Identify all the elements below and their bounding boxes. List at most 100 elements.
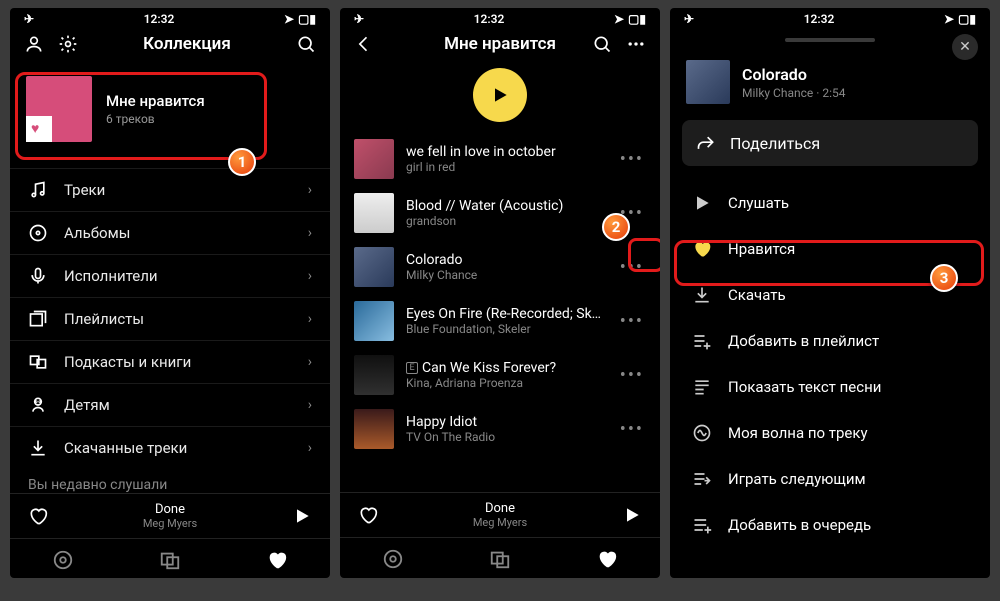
queue-icon xyxy=(692,515,712,535)
action-Моя волна по треку[interactable]: Моя волна по треку xyxy=(674,410,986,456)
action-label: Слушать xyxy=(728,194,789,212)
gear-icon[interactable] xyxy=(58,34,78,54)
chevron-right-icon: › xyxy=(308,225,312,241)
track-title: Eyes On Fire (Re-Recorded; Sk… xyxy=(406,306,606,322)
play-icon[interactable] xyxy=(622,505,642,525)
action-label: Играть следующим xyxy=(728,470,866,488)
track-title: Colorado xyxy=(406,252,606,268)
plane-icon: ✈ xyxy=(684,12,694,26)
track-title: Happy Idiot xyxy=(406,414,606,430)
track-list: we fell in love in october girl in red •… xyxy=(340,132,660,492)
track-more-icon[interactable]: ••• xyxy=(618,257,646,278)
menu-item-Детям[interactable]: Детям › xyxy=(10,383,330,426)
battery-icon: ▢▮ xyxy=(628,12,646,26)
play-icon[interactable] xyxy=(292,506,312,526)
action-Добавить в очередь[interactable]: Добавить в очередь xyxy=(674,502,986,548)
sheet-handle[interactable] xyxy=(785,38,875,42)
mic-icon xyxy=(28,266,48,286)
chevron-right-icon: › xyxy=(308,182,312,198)
action-label: Нравится xyxy=(728,240,795,258)
recent-label: Вы недавно слушали xyxy=(10,469,330,493)
tab-home-icon[interactable] xyxy=(52,549,74,571)
sheet-header: Colorado Milky Chance · 2:54 xyxy=(670,48,990,120)
search-icon[interactable] xyxy=(592,34,612,54)
download-icon xyxy=(28,438,48,458)
share-icon xyxy=(696,133,716,153)
track-cover xyxy=(354,139,394,179)
menu-item-Скачанные треки[interactable]: Скачанные треки › xyxy=(10,426,330,469)
playlist-title: Мне нравится xyxy=(106,92,205,110)
tab-liked-icon[interactable] xyxy=(596,548,618,570)
now-playing-bar[interactable]: Done Meg Myers xyxy=(340,492,660,537)
annotation-badge: 3 xyxy=(930,264,958,292)
menu-label: Исполнители xyxy=(64,267,292,285)
play-all-button[interactable] xyxy=(473,68,527,122)
menu-label: Подкасты и книги xyxy=(64,353,292,371)
menu-item-Подкасты и книги[interactable]: Подкасты и книги › xyxy=(10,340,330,383)
action-Показать текст песни[interactable]: Показать текст песни xyxy=(674,364,986,410)
menu-item-Альбомы[interactable]: Альбомы › xyxy=(10,211,330,254)
now-playing-bar[interactable]: Done Meg Myers xyxy=(10,493,330,538)
lyrics-icon xyxy=(692,377,712,397)
menu-label: Детям xyxy=(64,396,292,414)
track-artist: girl in red xyxy=(406,160,606,174)
track-artist: Kina, Adriana Proenza xyxy=(406,376,606,390)
status-bar: ✈ 12:32 ➤ ▢▮ xyxy=(10,8,330,28)
location-icon: ➤ xyxy=(614,12,624,26)
menu-label: Скачанные треки xyxy=(64,439,292,457)
track-row[interactable]: Colorado Milky Chance ••• xyxy=(340,240,660,294)
menu-item-Плейлисты[interactable]: Плейлисты › xyxy=(10,297,330,340)
chevron-right-icon: › xyxy=(308,397,312,413)
track-row[interactable]: ECan We Kiss Forever? Kina, Adriana Proe… xyxy=(340,348,660,402)
play-icon xyxy=(692,193,712,213)
tab-podcasts-icon[interactable] xyxy=(489,548,511,570)
heart-icon xyxy=(692,239,712,259)
podcast-icon xyxy=(28,352,48,372)
action-label: Добавить в плейлист xyxy=(728,332,879,350)
plane-icon: ✈ xyxy=(24,12,34,26)
track-row[interactable]: Eyes On Fire (Re-Recorded; Sk… Blue Foun… xyxy=(340,294,660,348)
menu-label: Альбомы xyxy=(64,224,292,242)
liked-playlist-card[interactable]: ♥ Мне нравится 6 треков xyxy=(24,72,316,148)
track-more-icon[interactable]: ••• xyxy=(618,311,646,332)
profile-icon[interactable] xyxy=(24,34,44,54)
heart-outline-icon[interactable] xyxy=(28,506,48,526)
heart-icon: ♥ xyxy=(31,120,39,137)
track-title: we fell in love in october xyxy=(406,144,606,160)
heart-outline-icon[interactable] xyxy=(358,505,378,525)
track-more-icon[interactable]: ••• xyxy=(618,365,646,386)
annotation-badge: 2 xyxy=(602,213,630,241)
track-more-icon[interactable]: ••• xyxy=(618,419,646,440)
tab-liked-icon[interactable] xyxy=(266,549,288,571)
track-title: ECan We Kiss Forever? xyxy=(406,360,606,376)
disc-icon xyxy=(28,223,48,243)
more-icon[interactable] xyxy=(626,34,646,54)
track-cover xyxy=(686,60,730,104)
close-icon[interactable]: ✕ xyxy=(952,34,978,60)
np-title: Done xyxy=(62,502,278,517)
playlist-add-icon xyxy=(692,331,712,351)
tab-podcasts-icon[interactable] xyxy=(159,549,181,571)
status-time: 12:32 xyxy=(144,12,175,26)
chevron-right-icon: › xyxy=(308,311,312,327)
location-icon: ➤ xyxy=(944,12,954,26)
menu-item-Треки[interactable]: Треки › xyxy=(10,168,330,211)
status-time: 12:32 xyxy=(804,12,835,26)
np-artist: Meg Myers xyxy=(62,517,278,530)
share-button[interactable]: Поделиться xyxy=(682,120,978,166)
status-right: ➤ ▢▮ xyxy=(284,12,316,26)
track-row[interactable]: we fell in love in october girl in red •… xyxy=(340,132,660,186)
back-icon[interactable] xyxy=(354,34,374,54)
menu-item-Исполнители[interactable]: Исполнители › xyxy=(10,254,330,297)
plane-icon: ✈ xyxy=(354,12,364,26)
battery-icon: ▢▮ xyxy=(958,12,976,26)
action-Играть следующим[interactable]: Играть следующим xyxy=(674,456,986,502)
search-icon[interactable] xyxy=(296,34,316,54)
track-artist: Blue Foundation, Skeler xyxy=(406,322,606,336)
tab-home-icon[interactable] xyxy=(382,548,404,570)
track-artist: Milky Chance xyxy=(406,268,606,282)
action-Добавить в плейлист[interactable]: Добавить в плейлист xyxy=(674,318,986,364)
track-row[interactable]: Happy Idiot TV On The Radio ••• xyxy=(340,402,660,456)
track-more-icon[interactable]: ••• xyxy=(618,149,646,170)
action-Слушать[interactable]: Слушать xyxy=(674,180,986,226)
